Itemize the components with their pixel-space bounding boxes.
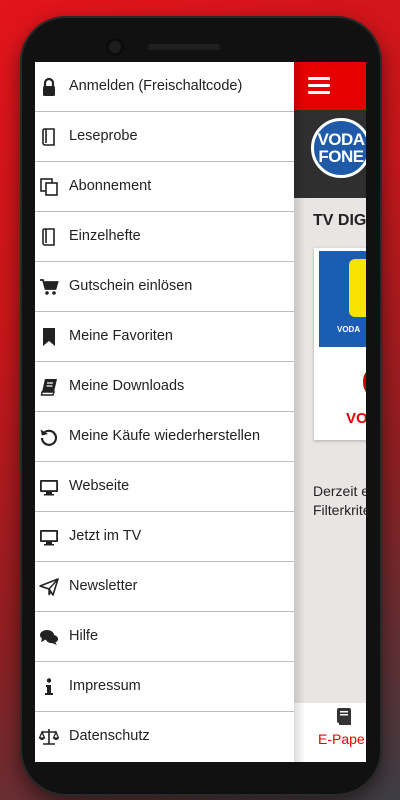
balance-scale-icon	[39, 727, 59, 747]
drawer-item-newsletter[interactable]: Newsletter	[35, 562, 294, 612]
drawer-item-hilfe[interactable]: Hilfe	[35, 612, 294, 662]
comments-icon	[39, 627, 59, 647]
drawer-item-label: Webseite	[69, 478, 130, 494]
drawer-item-label: Meine Käufe wiederherstellen	[69, 428, 261, 444]
drawer-item-impressum[interactable]: Impressum	[35, 662, 294, 712]
drawer-item-webseite[interactable]: Webseite	[35, 462, 294, 512]
paper-plane-icon	[39, 577, 59, 597]
screen: VODA FONE TV DIG VODA VO Derzeit e Filte…	[35, 62, 366, 762]
cart-icon	[39, 277, 59, 297]
book-icon[interactable]	[336, 708, 352, 726]
info-icon	[39, 677, 59, 697]
cover-red-text: VO	[346, 410, 366, 427]
logo-line-1: VODA	[317, 130, 365, 149]
drawer-item-label: Einzelhefte	[69, 228, 141, 244]
drawer-item-jetzt-im-tv[interactable]: Jetzt im TV	[35, 512, 294, 562]
drawer-item-leseprobe[interactable]: Leseprobe	[35, 112, 294, 162]
drawer-item-label: Impressum	[69, 678, 141, 694]
drawer-item-datenschutz[interactable]: Datenschutz	[35, 712, 294, 762]
desktop-icon	[39, 477, 59, 497]
section-title: TV DIG	[313, 212, 366, 229]
drawer-item-einzelhefte[interactable]: Einzelhefte	[35, 212, 294, 262]
lock-icon	[39, 77, 59, 97]
navigation-drawer: Anmelden (Freischaltcode) Leseprobe Abon…	[35, 62, 294, 762]
drawer-item-restore[interactable]: Meine Käufe wiederherstellen	[35, 412, 294, 462]
restore-icon	[39, 427, 59, 447]
drawer-item-label: Abonnement	[69, 178, 152, 194]
book-outline-icon	[39, 127, 59, 147]
drawer-item-downloads[interactable]: Meine Downloads	[35, 362, 294, 412]
hamburger-menu-icon[interactable]	[308, 77, 330, 95]
info-line-1: Derzeit e	[313, 483, 366, 499]
info-line-2: Filterkrite	[313, 502, 366, 518]
logo-line-2: FONE	[318, 147, 364, 166]
magazine-cover[interactable]: VODA VO	[314, 248, 366, 440]
book-outline-icon	[39, 227, 59, 247]
drawer-item-anmelden[interactable]: Anmelden (Freischaltcode)	[35, 62, 294, 112]
drawer-item-label: Datenschutz	[69, 728, 150, 744]
book-icon	[39, 377, 59, 397]
drawer-item-label: Newsletter	[69, 578, 138, 594]
drawer-item-label: Meine Downloads	[69, 378, 185, 394]
drawer-item-label: Jetzt im TV	[69, 528, 142, 544]
drawer-item-label: Gutschein einlösen	[69, 278, 193, 294]
drawer-item-label: Anmelden (Freischaltcode)	[69, 78, 243, 94]
cover-red-shape	[363, 370, 366, 394]
drawer-item-label: Hilfe	[69, 628, 99, 644]
speaker	[148, 44, 220, 50]
vodafone-logo: VODA FONE	[311, 118, 366, 178]
cover-brand-text: VODA	[337, 325, 361, 334]
bookmark-icon	[39, 327, 59, 347]
camera	[106, 38, 124, 56]
drawer-item-abonnement[interactable]: Abonnement	[35, 162, 294, 212]
copy-icon	[39, 177, 59, 197]
tab-epaper-label[interactable]: E-Pape	[318, 731, 365, 747]
cover-artwork: VODA	[319, 251, 366, 347]
drawer-item-favoriten[interactable]: Meine Favoriten	[35, 312, 294, 362]
drawer-item-label: Meine Favoriten	[69, 328, 173, 344]
drawer-item-label: Leseprobe	[69, 128, 138, 144]
cover-logo-shape	[349, 259, 366, 317]
desktop-icon	[39, 527, 59, 547]
info-text: Derzeit e Filterkrite	[313, 482, 366, 520]
drawer-item-gutschein[interactable]: Gutschein einlösen	[35, 262, 294, 312]
